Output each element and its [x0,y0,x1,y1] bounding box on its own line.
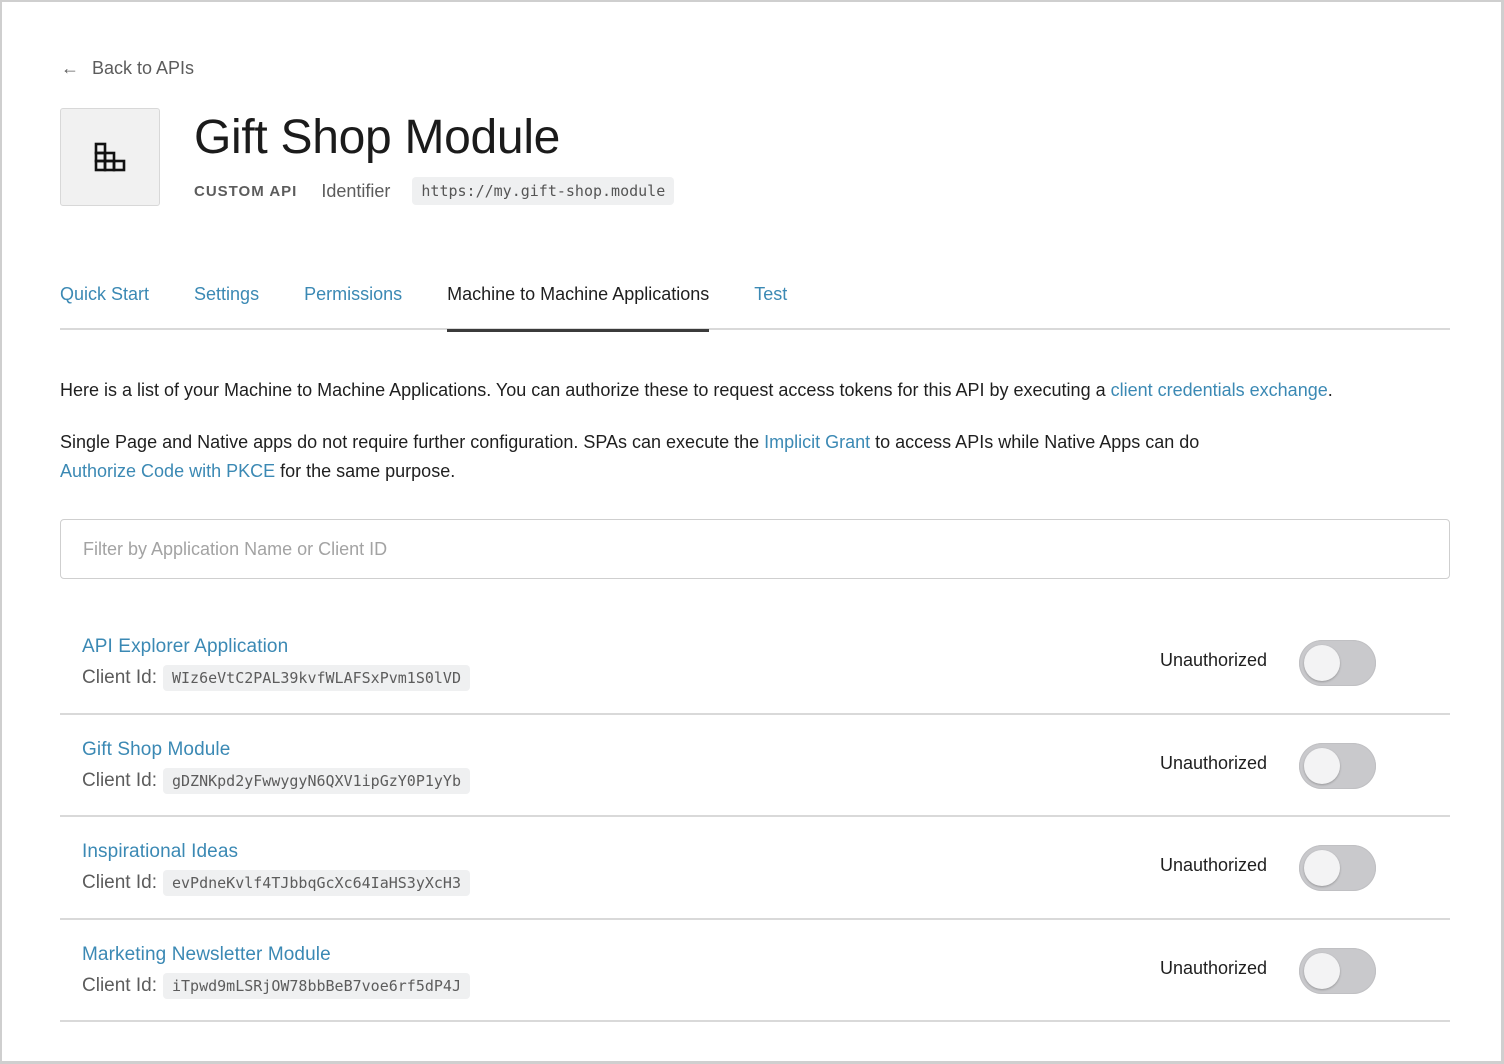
toggle-knob [1304,747,1340,784]
authorize-toggle[interactable] [1299,742,1376,789]
client-id-label: Client Id: [82,974,157,996]
identifier-label: Identifier [321,180,391,201]
toggle-knob [1304,645,1340,681]
description-text: for the same purpose. [275,461,456,481]
client-id-line: Client Id: gDZNKpd2yFwwygyN6QXV1ipGzY0P1… [82,767,470,794]
application-name-link[interactable]: Gift Shop Module [82,739,230,761]
description-text: to access APIs while Native Apps can do [870,432,1200,452]
back-to-apis-link[interactable]: ← Back to APIs [60,58,194,79]
implicit-grant-link[interactable]: Implicit Grant [764,432,870,452]
client-id-label: Client Id: [82,872,157,893]
tab-test[interactable]: Test [754,272,787,330]
client-id-line: Client Id: evPdneKvlf4TJbbqGcXc64IaHS3yX… [82,870,470,896]
application-name-link[interactable]: Marketing Newsletter Module [82,944,331,966]
description-text: Here is a list of your Machine to Machin… [60,380,1111,400]
client-id-label: Client Id: [82,769,157,791]
application-row: API Explorer Application Client Id: WIz6… [60,612,1450,715]
description-paragraph-2: Single Page and Native apps do not requi… [60,428,1460,486]
tab-bar: Quick Start Settings Permissions Machine… [60,272,1450,332]
back-link-label: Back to APIs [92,58,195,78]
application-row: Marketing Newsletter Module Client Id: i… [60,920,1450,1022]
application-row: Gift Shop Module Client Id: gDZNKpd2yFww… [60,715,1450,817]
toggle-knob [1304,850,1340,886]
client-id-value: evPdneKvlf4TJbbqGcXc64IaHS3yXcH3 [162,870,470,896]
tab-machine-to-machine-applications[interactable]: Machine to Machine Applications [447,272,710,332]
identifier-value: https://my.gift-shop.module [412,177,675,205]
description-paragraph-1: Here is a list of your Machine to Machin… [60,376,1460,405]
authorization-status: Unauthorized [1160,752,1268,773]
api-meta: CUSTOM API Identifier https://my.gift-sh… [194,177,675,205]
toggle-knob [1304,952,1340,989]
description-text: Single Page and Native apps do not requi… [60,432,765,452]
authorize-toggle[interactable] [1299,640,1376,686]
page-frame: ← Back to APIs Gift Shop Module CUSTOM A… [0,0,1504,1064]
description-text: . [1327,380,1333,400]
client-id-value: gDZNKpd2yFwwygyN6QXV1ipGzY0P1yYb [162,767,470,794]
arrow-left-icon: ← [61,58,79,78]
authorize-code-pkce-link[interactable]: Authorize Code with PKCE [60,461,275,481]
client-id-value: iTpwd9mLSRjOW78bbBeB7voe6rf5dP4J [162,972,470,999]
filter-applications-input[interactable] [60,519,1450,579]
api-logo [60,108,160,206]
client-credentials-exchange-link[interactable]: client credentials exchange [1111,380,1328,400]
page-title: Gift Shop Module [194,111,561,164]
application-name-link[interactable]: API Explorer Application [82,636,288,658]
api-type-label: CUSTOM API [194,182,298,200]
authorize-toggle[interactable] [1299,947,1376,994]
api-blocks-icon [94,142,126,172]
authorization-status: Unauthorized [1160,855,1268,875]
authorization-status: Unauthorized [1160,650,1268,670]
tab-permissions[interactable]: Permissions [304,272,402,330]
application-list: API Explorer Application Client Id: WIz6… [60,612,1450,1022]
application-row: Inspirational Ideas Client Id: evPdneKvl… [60,817,1450,920]
tab-settings[interactable]: Settings [194,272,259,330]
authorize-toggle[interactable] [1299,845,1376,891]
client-id-line: Client Id: iTpwd9mLSRjOW78bbBeB7voe6rf5d… [82,972,470,999]
authorization-status: Unauthorized [1160,957,1268,978]
description: Here is a list of your Machine to Machin… [60,376,1460,509]
client-id-label: Client Id: [82,667,157,688]
tab-quick-start[interactable]: Quick Start [60,272,149,330]
client-id-line: Client Id: WIz6eVtC2PAL39kvfWLAFSxPvm1S0… [82,665,470,691]
client-id-value: WIz6eVtC2PAL39kvfWLAFSxPvm1S0lVD [162,665,470,691]
application-name-link[interactable]: Inspirational Ideas [82,841,238,863]
